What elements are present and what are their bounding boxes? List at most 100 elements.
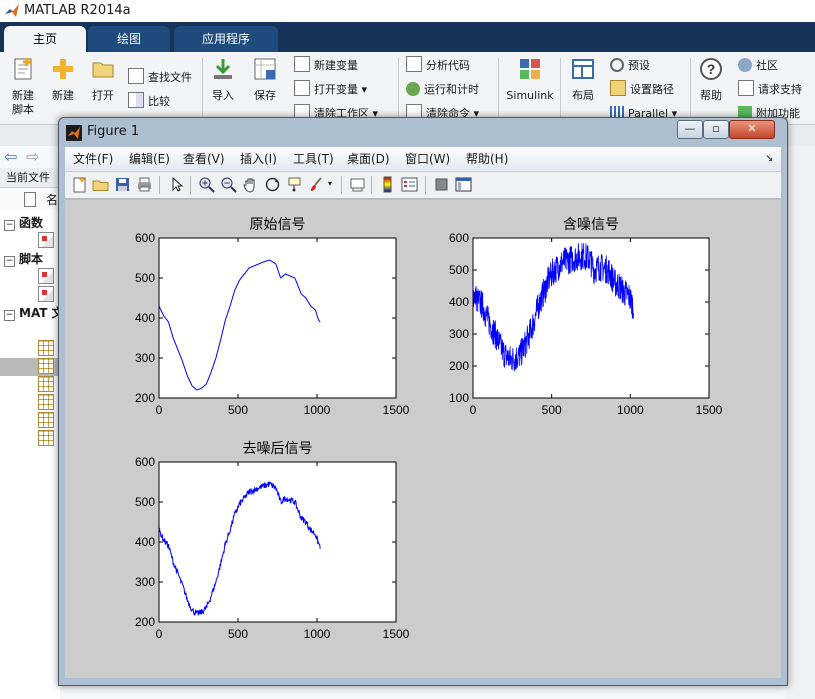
section-functions[interactable]: − 函数 <box>4 214 43 232</box>
axes-box <box>158 461 397 623</box>
section-scripts[interactable]: − 脚本 <box>4 250 43 268</box>
subplot-title: 含噪信号 <box>563 216 619 232</box>
rotate-3d-icon[interactable] <box>264 176 281 193</box>
x-tick-label: 1000 <box>304 403 331 417</box>
folder-icon <box>92 62 114 78</box>
collapse-icon: − <box>4 310 15 321</box>
brush-icon[interactable] <box>308 176 325 193</box>
menu-view[interactable]: 查看(V) <box>183 151 225 167</box>
x-tick-label: 0 <box>470 403 477 417</box>
set-path-button[interactable]: 设置路径 <box>610 80 674 100</box>
find-files-button[interactable]: 查找文件 <box>128 68 192 88</box>
print-icon[interactable] <box>136 176 153 193</box>
open-variable-button[interactable]: 打开变量 ▾ <box>294 80 367 100</box>
y-tick-label: 300 <box>449 327 469 341</box>
close-button[interactable]: ✕ <box>729 120 775 139</box>
toolbar-separator <box>159 176 160 194</box>
mat-file-icon[interactable] <box>38 340 54 356</box>
save-workspace-button[interactable]: 保存 <box>242 56 288 103</box>
compare-icon <box>128 92 144 108</box>
tab-apps[interactable]: 应用程序 <box>174 26 278 52</box>
forward-arrow-icon[interactable]: ⇨ <box>26 147 39 166</box>
analyze-code-button[interactable]: 分析代码 <box>406 56 470 76</box>
menu-help[interactable]: 帮助(H) <box>466 151 508 167</box>
figure-title-bar[interactable]: Figure 1 — ▫ ✕ <box>59 118 787 146</box>
compare-button[interactable]: 比较 <box>128 92 170 112</box>
preferences-button[interactable]: 预设 <box>610 56 650 76</box>
figure-window: Figure 1 — ▫ ✕ 文件(F) 编辑(E) 查看(V) 插入(I) 工… <box>58 117 788 686</box>
mat-file-icon[interactable] <box>38 376 54 392</box>
hide-plot-tools-icon[interactable] <box>433 176 450 193</box>
menu-insert[interactable]: 插入(I) <box>240 151 277 167</box>
name-column-header[interactable]: 名 <box>46 191 58 208</box>
simulink-library-button[interactable]: Simulink <box>504 56 556 103</box>
mat-file-icon[interactable] <box>38 412 54 428</box>
open-button[interactable]: 打开 <box>80 56 126 103</box>
menu-window[interactable]: 窗口(W) <box>405 151 450 167</box>
legend-icon[interactable] <box>401 176 418 193</box>
tab-plots[interactable]: 绘图 <box>88 26 170 52</box>
layout-icon <box>572 59 594 79</box>
mat-file-icon[interactable] <box>38 394 54 410</box>
current-folder-header: 当前文件 <box>0 168 60 188</box>
community-icon <box>738 58 752 72</box>
show-plot-tools-icon[interactable] <box>455 176 472 193</box>
plus-icon <box>53 59 73 79</box>
figure-canvas: 原始信号 0 500 1000 1500 200 300 400 500 600 含噪信号 0 500 1… <box>65 200 781 678</box>
link-plot-icon[interactable] <box>349 176 366 193</box>
toolbar-separator <box>341 176 342 194</box>
open-file-icon[interactable] <box>92 176 109 193</box>
zoom-out-icon[interactable] <box>220 176 237 193</box>
new-variable-button[interactable]: 新建变量 <box>294 56 358 76</box>
layout-button[interactable]: 布局 <box>560 56 606 103</box>
help-button[interactable]: ? 帮助 <box>688 56 734 103</box>
pointer-icon[interactable] <box>168 176 185 193</box>
dock-arrow-icon[interactable]: ↘ <box>765 151 773 167</box>
script-file-icon[interactable] <box>38 268 54 284</box>
section-mat-files[interactable]: − MAT 文 <box>4 304 64 322</box>
subplot-title: 原始信号 <box>250 216 306 232</box>
back-arrow-icon[interactable]: ⇦ <box>4 147 17 166</box>
matlab-logo-icon <box>66 125 82 141</box>
mat-file-icon[interactable] <box>38 358 54 374</box>
import-label: 导入 <box>212 89 234 102</box>
file-icon <box>24 192 36 207</box>
function-file-icon[interactable] <box>38 232 54 248</box>
help-icon: ? <box>700 58 722 80</box>
colorbar-icon[interactable] <box>379 176 396 193</box>
toolbar-separator <box>190 176 191 194</box>
tab-home[interactable]: 主页 <box>4 26 86 52</box>
open-variable-icon <box>294 80 310 96</box>
zoom-in-icon[interactable] <box>198 176 215 193</box>
request-support-button[interactable]: 请求支持 <box>738 80 802 100</box>
new-figure-icon[interactable] <box>71 176 88 193</box>
menu-edit[interactable]: 编辑(E) <box>129 151 170 167</box>
script-file-icon[interactable] <box>38 286 54 302</box>
subplot-area: 原始信号0 500 1000 1500200300400500600含噪信号0 500 1… <box>135 216 723 641</box>
maximize-button[interactable]: ▫ <box>703 120 729 139</box>
subplot-1: 原始信号 0 500 1000 1500 200 300 400 500 600 <box>135 216 410 417</box>
community-button[interactable]: 社区 <box>738 56 778 76</box>
x-tick-label: 1500 <box>383 627 410 641</box>
y-tick-label: 300 <box>135 351 155 365</box>
minimize-button[interactable]: — <box>677 120 703 139</box>
pan-hand-icon[interactable] <box>242 176 259 193</box>
menu-desktop[interactable]: 桌面(D) <box>347 151 390 167</box>
menu-file[interactable]: 文件(F) <box>73 151 113 167</box>
subplot-2: 含噪信号 0 500 1000 1500 100 200 300 400 500 600 <box>449 216 723 417</box>
menu-tools[interactable]: 工具(T) <box>293 151 334 167</box>
help-label: 帮助 <box>700 89 722 102</box>
run-and-time-button[interactable]: 运行和计时 <box>406 80 479 100</box>
y-tick-label: 200 <box>135 615 155 629</box>
new-variable-icon <box>294 56 310 72</box>
save-icon[interactable] <box>114 176 131 193</box>
ribbon-separator <box>498 58 499 120</box>
import-data-button[interactable]: 导入 <box>200 56 246 103</box>
x-tick-label: 500 <box>228 403 248 417</box>
mat-file-icon[interactable] <box>38 430 54 446</box>
y-tick-label: 400 <box>449 295 469 309</box>
y-tick-label: 500 <box>135 271 155 285</box>
data-cursor-icon[interactable] <box>286 176 303 193</box>
brush-dropdown-icon[interactable]: ▾ <box>328 179 332 188</box>
y-tick-label: 300 <box>135 575 155 589</box>
